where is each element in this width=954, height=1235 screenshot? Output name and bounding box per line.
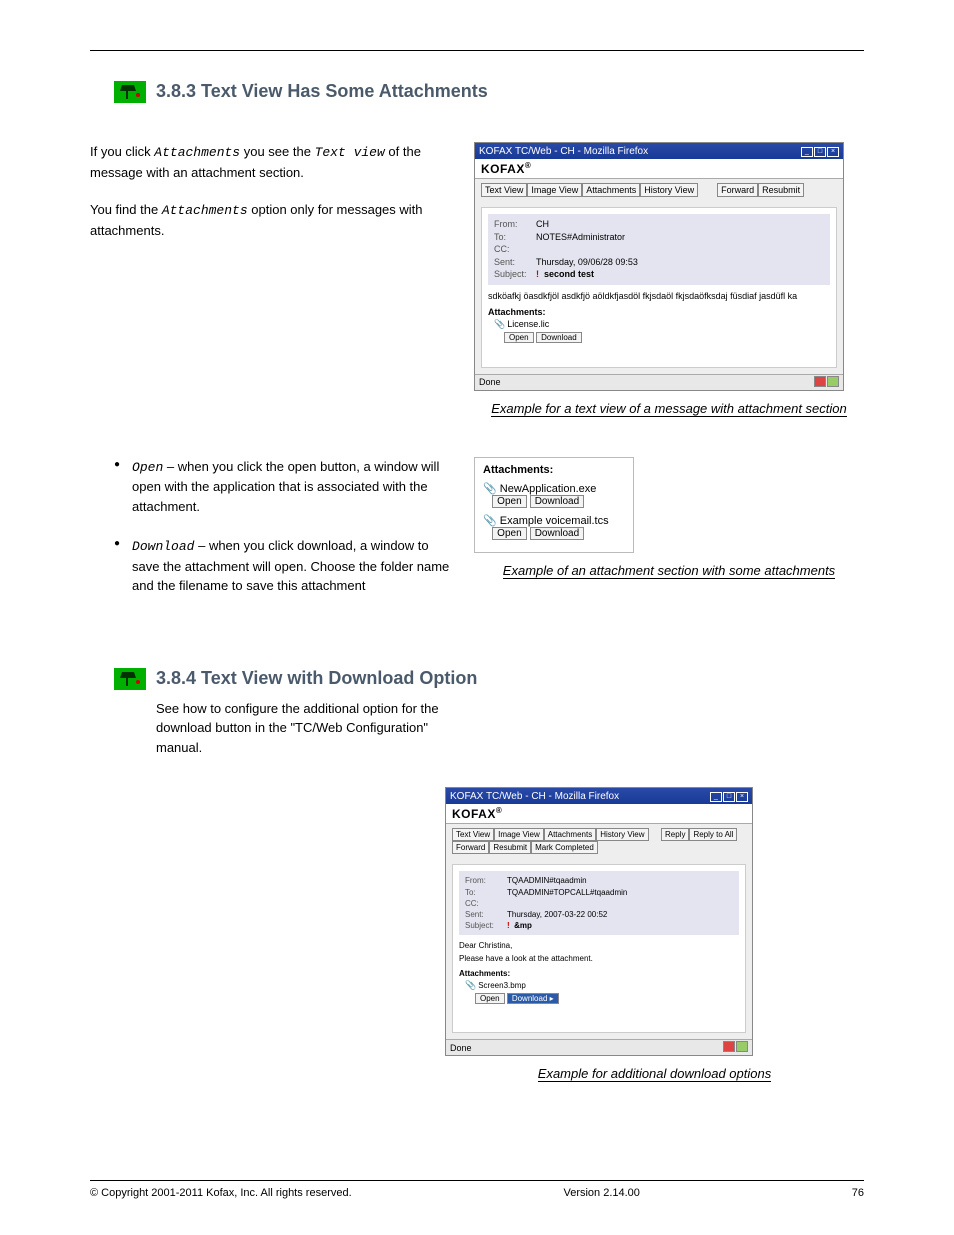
tab-history-view[interactable]: History View xyxy=(640,183,698,197)
brand-logo: KOFAX xyxy=(481,162,525,176)
tab-image-view[interactable]: Image View xyxy=(527,183,582,197)
paperclip-icon: 📎 xyxy=(494,319,505,329)
resubmit-button[interactable]: Resubmit xyxy=(758,183,804,197)
attachments-heading: Attachments: xyxy=(488,307,830,317)
open-button[interactable]: Open xyxy=(492,527,526,540)
attachment-name: License.lic xyxy=(507,319,549,329)
tab-bar: Text ViewImage ViewAttachmentsHistory Vi… xyxy=(475,179,843,201)
screenshot-textview-attachment: KOFAX TC/Web - CH - Mozilla Firefox _□× … xyxy=(474,142,844,391)
status-text: Done xyxy=(450,1043,472,1053)
attachment-name: NewApplication.exe xyxy=(500,483,597,495)
window-title: KOFAX TC/Web - CH - Mozilla Firefox xyxy=(450,791,619,802)
paragraph: If you click Attachments you see the Tex… xyxy=(90,142,450,182)
resubmit-button[interactable]: Resubmit xyxy=(489,841,531,854)
attachment-name: Screen3.bmp xyxy=(478,981,526,990)
open-button[interactable]: Open xyxy=(504,332,534,343)
window-controls: _□× xyxy=(800,145,839,157)
paragraph: See how to configure the additional opti… xyxy=(156,699,466,758)
status-icon xyxy=(736,1041,748,1052)
tab-text-view[interactable]: Text View xyxy=(481,183,527,197)
open-button[interactable]: Open xyxy=(492,495,526,508)
section-heading: 3.8.4 Text View with Download Option xyxy=(156,668,477,689)
message-body-text: Please have a look at the attachment. xyxy=(459,954,739,963)
paperclip-icon: 📎 xyxy=(465,980,476,990)
screenshot-download-option: KOFAX TC/Web - CH - Mozilla Firefox _□× … xyxy=(445,787,753,1056)
window-title: KOFAX TC/Web - CH - Mozilla Firefox xyxy=(479,146,648,157)
copyright-text: © Copyright 2001-2011 Kofax, Inc. All ri… xyxy=(90,1187,352,1199)
brand-logo: KOFAX xyxy=(452,807,496,821)
section-heading: 3.8.3 Text View Has Some Attachments xyxy=(156,81,488,102)
tab-history-view[interactable]: History View xyxy=(596,828,648,841)
reply-button[interactable]: Reply xyxy=(661,828,689,841)
download-button[interactable]: Download xyxy=(536,332,582,343)
tab-image-view[interactable]: Image View xyxy=(494,828,544,841)
forward-button[interactable]: Forward xyxy=(717,183,758,197)
paperclip-icon: 📎 xyxy=(483,483,497,495)
figure-caption: Example for additional download options xyxy=(445,1066,864,1082)
attachments-heading: Attachments: xyxy=(483,464,625,476)
download-button[interactable]: Download xyxy=(530,527,584,540)
message-body-text: sdköafkj öasdkfjöl asdkfjö aöldkfjasdöl … xyxy=(488,291,830,301)
attachments-heading: Attachments: xyxy=(459,969,739,978)
list-item: ● Download – when you click download, a … xyxy=(90,536,450,596)
version-text: Version 2.14.00 xyxy=(563,1187,639,1199)
paragraph: You find the Attachments option only for… xyxy=(90,200,450,240)
figure-caption: Example for a text view of a message wit… xyxy=(474,401,864,417)
message-body-text: Dear Christina, xyxy=(459,941,739,950)
forward-button[interactable]: Forward xyxy=(452,841,489,854)
status-icon xyxy=(723,1041,735,1052)
open-button[interactable]: Open xyxy=(475,993,505,1004)
mark-completed-button[interactable]: Mark Completed xyxy=(531,841,598,854)
download-button[interactable]: Download xyxy=(530,495,584,508)
tab-attachments[interactable]: Attachments xyxy=(582,183,640,197)
status-icon xyxy=(814,376,826,387)
window-controls: _□× xyxy=(709,790,748,802)
tab-bar: Text ViewImage ViewAttachmentsHistory Vi… xyxy=(446,824,752,858)
status-icon xyxy=(827,376,839,387)
attachment-name: Example voicemail.tcs xyxy=(500,515,609,527)
pushpin-icon xyxy=(114,81,146,103)
screenshot-attachment-section: Attachments: 📎 NewApplication.exe Open D… xyxy=(474,457,634,553)
page-footer: © Copyright 2001-2011 Kofax, Inc. All ri… xyxy=(90,1180,864,1199)
status-text: Done xyxy=(479,377,501,387)
pushpin-icon xyxy=(114,668,146,690)
tab-attachments[interactable]: Attachments xyxy=(544,828,596,841)
page-number: 76 xyxy=(852,1187,864,1199)
figure-caption: Example of an attachment section with so… xyxy=(474,563,864,579)
reply-all-button[interactable]: Reply to All xyxy=(689,828,737,841)
paperclip-icon: 📎 xyxy=(483,515,497,527)
tab-text-view[interactable]: Text View xyxy=(452,828,494,841)
download-button[interactable]: Download ▸ xyxy=(507,993,559,1004)
list-item: ● Open – when you click the open button,… xyxy=(90,457,450,517)
